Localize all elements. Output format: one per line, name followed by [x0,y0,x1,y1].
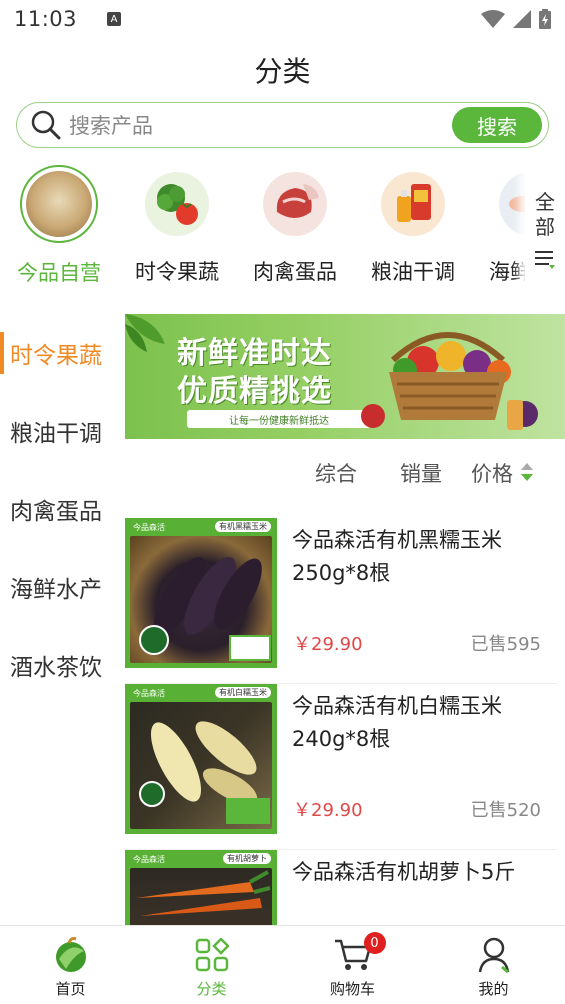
category-label: 粮油干调 [371,260,455,284]
cart-icon: 0 [334,932,386,974]
search-button[interactable]: 搜索 [452,107,542,143]
status-time: 11:03 [14,7,78,31]
product-image-black-corn[interactable]: 今品森活 有机黑糯玉米 [125,518,277,668]
tab-category[interactable]: 分类 [141,926,282,1004]
bottom-tab-bar[interactable]: 首页 分类 0 购物车 我的 [0,925,565,1004]
white-corn-icon [139,721,270,824]
product-name[interactable]: 今品森活有机白糯玉米240g*8根 [292,690,552,756]
vegetables-icon [139,166,215,242]
nav-item-seafood[interactable]: 海鲜水产 [0,548,118,626]
nav-item-grain-oil[interactable]: 粮油干调 [0,392,118,470]
category-label: 时令果蔬 [135,260,219,284]
tab-label: 分类 [196,980,227,998]
sort-price[interactable]: 价格 [471,458,513,488]
search-icon [31,110,61,140]
sort-comprehensive[interactable]: 综合 [315,458,357,488]
produce-basket-icon [361,332,538,430]
label-tag: 有机黑糯玉米 [215,521,271,532]
category-grid-icon [195,936,229,974]
label-tag: 有机白糯玉米 [215,687,271,698]
category-item-vegetables[interactable]: 时令果蔬 [118,162,236,286]
product-price: ￥29.90 [293,634,363,655]
sort-bar[interactable]: 综合 销量 价格 [125,452,565,492]
user-icon [478,936,510,974]
left-category-nav[interactable]: 时令果蔬 粮油干调 肉禽蛋品 海鲜水产 酒水茶饮 [0,314,118,704]
tab-label: 购物车 [329,980,375,998]
all-label-bottom: 部 [535,215,555,239]
product-item[interactable]: 今品森活 有机白糯玉米 今品森活有机白糯玉米240g*8根 ￥29.90 已售5… [125,684,557,850]
label-tag: 有机胡萝卜 [223,853,271,864]
banner-subtitle: 让每一份健康新鲜抵达 [187,410,371,428]
battery-icon [539,9,551,29]
status-indicators [481,9,551,29]
banner-headline-2: 优质精挑选 [177,374,332,409]
cell-signal-icon [513,10,531,28]
category-item-grain-oil[interactable]: 粮油干调 [354,162,472,286]
leaf-decoration-icon [125,314,165,352]
page-title: 分类 [254,55,311,88]
carrot-icon [136,870,271,916]
tab-cart[interactable]: 0 购物车 [282,926,423,1004]
brand-tag: 今品森活 [133,855,165,864]
status-bar: 11:03 A [0,0,565,38]
sort-sales[interactable]: 销量 [400,458,442,488]
nav-item-meat-eggs[interactable]: 肉禽蛋品 [0,470,118,548]
product-sold-count: 已售595 [470,634,541,655]
category-item-own-brand[interactable]: 今品自营 [0,162,118,287]
brand-tag: 今品森活 [133,689,165,698]
product-image-white-corn[interactable]: 今品森活 有机白糯玉米 [125,684,277,834]
all-label-top: 全 [535,190,555,214]
promo-banner[interactable]: 新鲜准时达 优质精挑选 让每一份健康新鲜抵达 [125,314,565,439]
sort-toggle-icon[interactable] [520,462,534,482]
nav-item-seasonal-produce[interactable]: 时令果蔬 [0,314,118,392]
search-bar[interactable]: 搜索产品 搜索 [16,102,549,148]
product-name[interactable]: 今品森活有机胡萝卜5斤 [292,856,552,889]
tab-label: 首页 [55,980,86,998]
grain-oil-icon [375,166,451,242]
category-strip[interactable]: 今品自营 时令果蔬 肉禽蛋品 粮油干调 海鲜水产 [0,162,565,292]
category-label: 今品自营 [17,261,101,285]
black-corn-icon [139,557,271,661]
notification-icon: A [107,12,122,26]
own-brand-products-icon [20,165,98,243]
search-input[interactable]: 搜索产品 [69,110,153,140]
menu-icon [535,251,555,269]
cart-count-badge: 0 [363,932,386,954]
product-name[interactable]: 今品森活有机黑糯玉米250g*8根 [292,524,552,590]
product-price: ￥29.90 [293,800,363,821]
nav-item-drinks[interactable]: 酒水茶饮 [0,626,118,704]
meat-icon [257,166,333,242]
category-label: 肉禽蛋品 [253,260,337,284]
tab-home[interactable]: 首页 [0,926,141,1004]
category-item-meat[interactable]: 肉禽蛋品 [236,162,354,286]
all-categories-button[interactable]: 全 部 [525,168,565,286]
product-item[interactable]: 今品森活 有机黑糯玉米 今品森活有机黑糯玉米250g*8根 ￥29.90 已售5… [125,518,557,684]
product-sold-count: 已售520 [470,800,541,821]
tab-label: 我的 [478,980,509,998]
home-logo-icon [54,936,88,974]
wifi-icon [481,10,505,28]
brand-tag: 今品森活 [133,523,165,532]
tab-me[interactable]: 我的 [423,926,564,1004]
